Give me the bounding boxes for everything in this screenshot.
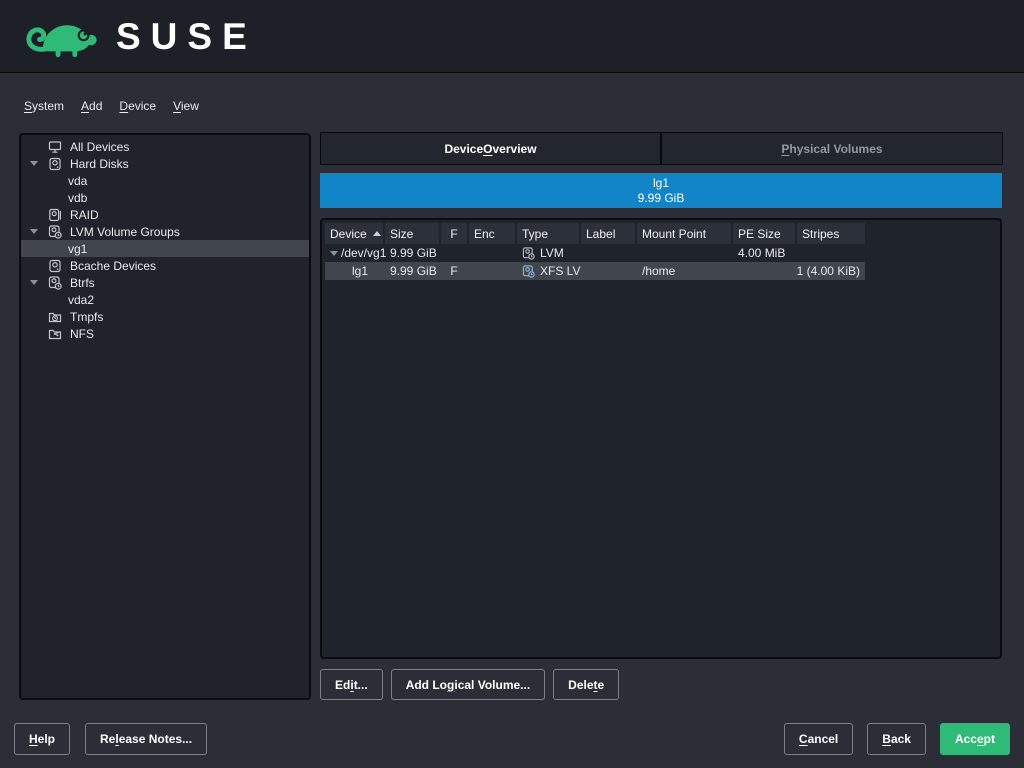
table-actions: Edit... Add Logical Volume... Delete <box>320 669 619 700</box>
menu-device[interactable]: Device <box>119 99 156 113</box>
device-tree-panel: All Devices Hard Disks vda vdb RAID <box>19 133 311 700</box>
sidebar-item-vda2[interactable]: vda2 <box>21 291 309 308</box>
sidebar-item-vg1[interactable]: vg1 <box>21 240 309 257</box>
add-logical-volume-button[interactable]: Add Logical Volume... <box>391 669 545 700</box>
sidebar-item-hard-disks[interactable]: Hard Disks <box>21 155 309 172</box>
hard-disk-icon <box>48 259 70 273</box>
edit-button[interactable]: Edit... <box>320 669 383 700</box>
sidebar-item-all-devices[interactable]: All Devices <box>21 138 309 155</box>
accept-button[interactable]: Accept <box>940 723 1010 755</box>
menubar: System Add Device View <box>24 99 199 113</box>
sidebar-item-lvm-volume-groups[interactable]: LVM Volume Groups <box>21 223 309 240</box>
expander-icon[interactable] <box>30 161 48 166</box>
column-header-f[interactable]: F <box>441 223 467 244</box>
cancel-button[interactable]: Cancel <box>784 723 853 755</box>
column-header-pe-size[interactable]: PE Size <box>733 223 795 244</box>
expander-icon[interactable] <box>30 229 48 234</box>
help-button[interactable]: Help <box>14 723 70 755</box>
hard-disk-icon <box>48 157 70 171</box>
sort-ascending-icon <box>373 231 381 236</box>
brand-name: SUSE <box>116 18 257 55</box>
lvm-device-icon <box>522 247 535 260</box>
column-header-device[interactable]: Device <box>325 223 383 244</box>
raid-icon <box>48 208 70 222</box>
sidebar-item-vda[interactable]: vda <box>21 172 309 189</box>
expander-icon[interactable] <box>30 280 48 285</box>
table-row-vg1[interactable]: /dev/vg1 9.99 GiB LVM 4.00 MiB <box>325 244 865 262</box>
suse-chameleon-icon <box>22 10 106 62</box>
tab-physical-volumes[interactable]: Physical Volumes <box>661 132 1003 165</box>
selected-device-size: 9.99 GiB <box>320 191 1002 206</box>
menu-view[interactable]: View <box>173 99 199 113</box>
folder-clock-icon <box>48 310 70 324</box>
xfs-lv-device-icon <box>522 265 535 278</box>
column-header-label[interactable]: Label <box>581 223 635 244</box>
sidebar-item-tmpfs[interactable]: Tmpfs <box>21 308 309 325</box>
sidebar-item-vdb[interactable]: vdb <box>21 189 309 206</box>
menu-system[interactable]: System <box>24 99 64 113</box>
back-button[interactable]: Back <box>867 723 926 755</box>
column-header-size[interactable]: Size <box>385 223 439 244</box>
table-header: Device Size F Enc Type Label Mount Point… <box>325 223 1000 244</box>
suse-logo: SUSE <box>22 10 257 62</box>
sidebar-item-btrfs[interactable]: Btrfs <box>21 274 309 291</box>
lvm-icon <box>48 276 70 290</box>
column-header-enc[interactable]: Enc <box>469 223 515 244</box>
footer-left: Help Release Notes... <box>14 723 207 755</box>
release-notes-button[interactable]: Release Notes... <box>85 723 207 755</box>
row-expander-icon[interactable] <box>330 251 338 256</box>
folder-share-icon <box>48 327 70 341</box>
sidebar-item-bcache-devices[interactable]: Bcache Devices <box>21 257 309 274</box>
lvm-icon <box>48 225 70 239</box>
sidebar-item-raid[interactable]: RAID <box>21 206 309 223</box>
selected-device-name: lg1 <box>320 176 1002 191</box>
top-banner: SUSE <box>0 0 1024 73</box>
table-row-lg1[interactable]: lg1 9.99 GiB F XFS LV /home 1 (4.00 KiB) <box>325 262 865 280</box>
delete-button[interactable]: Delete <box>553 669 619 700</box>
computer-icon <box>48 140 70 154</box>
menu-add[interactable]: Add <box>81 99 102 113</box>
column-header-type[interactable]: Type <box>517 223 579 244</box>
sidebar-item-nfs[interactable]: NFS <box>21 325 309 342</box>
column-header-mount-point[interactable]: Mount Point <box>637 223 731 244</box>
column-header-stripes[interactable]: Stripes <box>797 223 865 244</box>
tab-device-overview[interactable]: Device Overview <box>320 132 661 165</box>
device-table-panel: Device Size F Enc Type Label Mount Point… <box>320 218 1002 659</box>
selected-device-bar: lg1 9.99 GiB <box>320 173 1002 208</box>
footer-right: Cancel Back Accept <box>784 723 1010 755</box>
